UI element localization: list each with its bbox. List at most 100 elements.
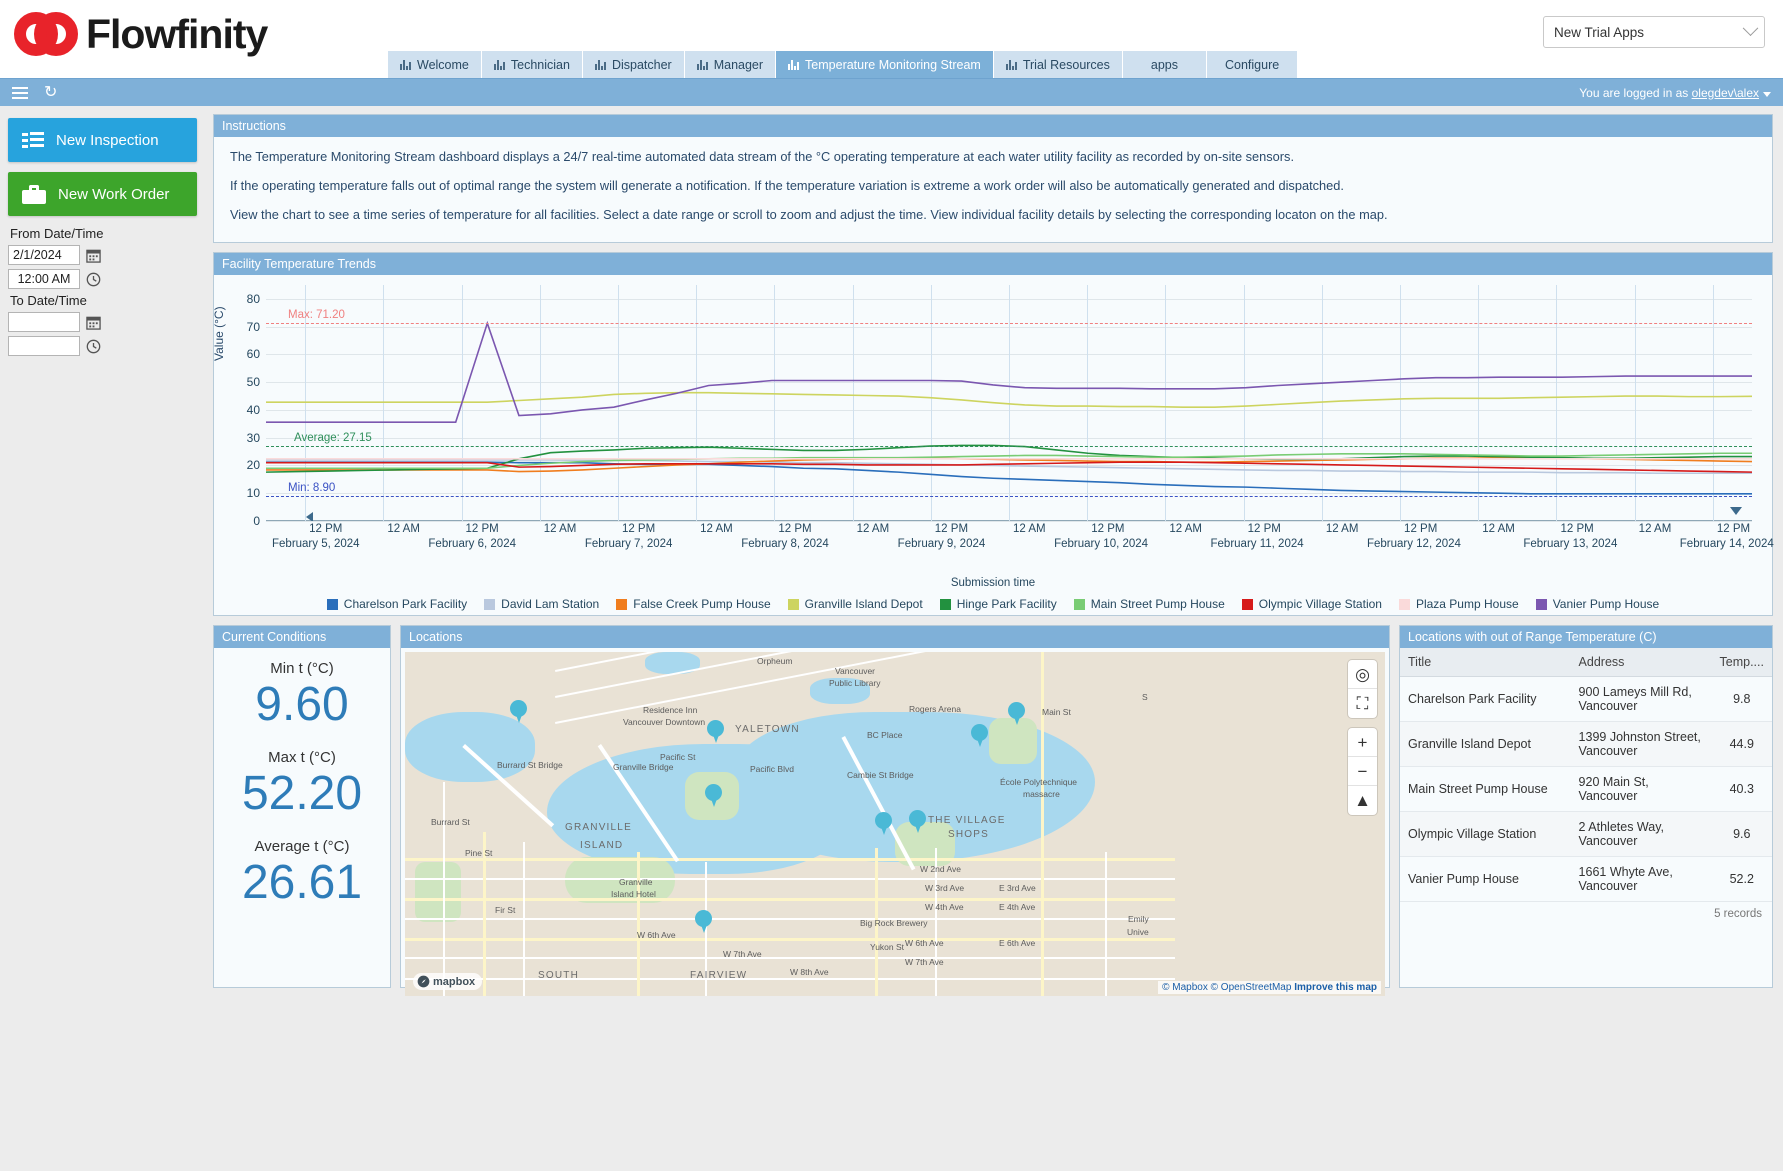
map-pin[interactable]: [909, 810, 926, 834]
cell-title: Vanier Pump House: [1400, 857, 1571, 902]
legend-item[interactable]: Charelson Park Facility: [327, 597, 467, 611]
tab-dispatcher[interactable]: Dispatcher: [583, 51, 685, 78]
tab-trial-resources[interactable]: Trial Resources: [994, 51, 1123, 78]
from-time-input[interactable]: [8, 269, 80, 289]
chart-x-date: February 11, 2024: [1211, 538, 1304, 550]
chart-reference-label: Min: 8.90: [288, 482, 335, 494]
map-pin[interactable]: [705, 784, 722, 808]
improve-map-link[interactable]: Improve this map: [1294, 982, 1377, 993]
from-date-input[interactable]: [8, 245, 80, 265]
map-label: Main St: [1042, 707, 1071, 717]
zoom-out-button[interactable]: −: [1348, 757, 1377, 786]
calendar-icon[interactable]: [86, 248, 101, 263]
legend-swatch: [1399, 599, 1410, 610]
table-row[interactable]: Vanier Pump House1661 Whyte Ave, Vancouv…: [1400, 857, 1772, 902]
clock-icon[interactable]: [86, 339, 101, 354]
chart-y-tick: 30: [247, 431, 260, 445]
tab-welcome[interactable]: Welcome: [388, 51, 482, 78]
briefcase-icon: [22, 185, 46, 204]
tab-temperature-monitoring-stream[interactable]: Temperature Monitoring Stream: [776, 51, 994, 78]
chart-series-line: [266, 323, 1752, 422]
column-header-temp[interactable]: Temp....: [1712, 648, 1772, 677]
map-pin[interactable]: [707, 720, 724, 744]
legend-item[interactable]: Vanier Pump House: [1536, 597, 1660, 611]
cell-address: 2 Athletes Way, Vancouver: [1571, 812, 1712, 857]
map-pin[interactable]: [695, 910, 712, 934]
chart-legend[interactable]: Charelson Park Facility David Lam Station…: [220, 597, 1766, 611]
locate-icon[interactable]: ◎: [1348, 660, 1377, 689]
tab-apps[interactable]: apps: [1123, 51, 1207, 78]
chart-icon: [595, 59, 607, 70]
tab-manager[interactable]: Manager: [685, 51, 776, 78]
calendar-icon[interactable]: [86, 315, 101, 330]
tab-technician[interactable]: Technician: [482, 51, 583, 78]
user-link[interactable]: olegdev\alex: [1692, 86, 1759, 100]
fullscreen-icon[interactable]: ⛶: [1348, 689, 1377, 718]
clock-icon[interactable]: [86, 272, 101, 287]
map-label: École Polytechnique: [1000, 777, 1077, 787]
chart-x-tick: 12 AM: [857, 523, 890, 535]
hamburger-icon[interactable]: [12, 87, 28, 99]
tab-configure[interactable]: Configure: [1207, 51, 1298, 78]
chart-x-tick: 12 AM: [1326, 523, 1359, 535]
legend-item[interactable]: Hinge Park Facility: [940, 597, 1057, 611]
chart-x-tick: 12 AM: [700, 523, 733, 535]
to-time-input[interactable]: [8, 336, 80, 356]
legend-item[interactable]: Plaza Pump House: [1399, 597, 1519, 611]
chart-y-tick: 20: [247, 458, 260, 472]
legend-item[interactable]: David Lam Station: [484, 597, 599, 611]
map-label: W 2nd Ave: [920, 864, 961, 874]
map[interactable]: ◎ ⛶ + − ▲ mapbox © Map: [405, 652, 1385, 996]
map-label: Public Library: [829, 678, 881, 688]
chart-icon: [788, 59, 800, 70]
table-row[interactable]: Granville Island Depot1399 Johnston Stre…: [1400, 722, 1772, 767]
chart-x-tick: 12 PM: [778, 523, 811, 535]
tab-label: Trial Resources: [1023, 58, 1110, 72]
chart-x-date: February 10, 2024: [1054, 538, 1148, 550]
map-locate-controls[interactable]: ◎ ⛶: [1348, 660, 1377, 718]
locations-title: Locations: [401, 626, 1389, 648]
legend-item[interactable]: Granville Island Depot: [788, 597, 923, 611]
legend-item[interactable]: Main Street Pump House: [1074, 597, 1225, 611]
legend-label: Hinge Park Facility: [957, 597, 1057, 611]
map-pin[interactable]: [971, 724, 988, 748]
mapbox-logo[interactable]: mapbox: [413, 973, 482, 990]
cell-temp: 9.8: [1712, 677, 1772, 722]
column-header-title[interactable]: Title: [1400, 648, 1571, 677]
new-work-order-button[interactable]: New Work Order: [8, 172, 197, 216]
table-row[interactable]: Main Street Pump House920 Main St, Vanco…: [1400, 767, 1772, 812]
column-header-address[interactable]: Address: [1571, 648, 1712, 677]
new-inspection-button[interactable]: New Inspection: [8, 118, 197, 162]
map-pin[interactable]: [875, 812, 892, 836]
map-pin[interactable]: [1008, 702, 1025, 726]
osm-attr-link[interactable]: © OpenStreetMap: [1211, 982, 1292, 993]
chart-x-tick: 12 PM: [466, 523, 499, 535]
table-row[interactable]: Charelson Park Facility900 Lameys Mill R…: [1400, 677, 1772, 722]
legend-item[interactable]: Olympic Village Station: [1242, 597, 1382, 611]
chart-icon: [494, 59, 506, 70]
legend-label: Charelson Park Facility: [344, 597, 467, 611]
mapbox-attr-link[interactable]: © Mapbox: [1162, 982, 1208, 993]
refresh-icon[interactable]: ↻: [44, 85, 57, 101]
legend-item[interactable]: False Creek Pump House: [616, 597, 770, 611]
map-label: ISLAND: [580, 840, 623, 851]
map-label: FAIRVIEW: [690, 970, 747, 981]
caret-down-icon[interactable]: [1763, 92, 1771, 97]
table-row[interactable]: Olympic Village Station2 Athletes Way, V…: [1400, 812, 1772, 857]
zoom-in-button[interactable]: +: [1348, 728, 1377, 757]
map-label: THE VILLAGE: [928, 815, 1006, 826]
chart-reference-line: [266, 323, 1752, 324]
app-selector[interactable]: New Trial Apps: [1543, 16, 1765, 48]
sidebar: New Inspection New Work Order From Date/…: [0, 106, 205, 1171]
compass-button[interactable]: ▲: [1348, 786, 1377, 815]
chart[interactable]: Value (°C) 01020304050607080Max: 71.20Av…: [214, 275, 1772, 615]
map-label: Orpheum: [757, 656, 792, 666]
to-date-input[interactable]: [8, 312, 80, 332]
cell-title: Main Street Pump House: [1400, 767, 1571, 812]
map-pin[interactable]: [510, 700, 527, 724]
chart-x-date: February 13, 2024: [1523, 538, 1617, 550]
map-label: Big Rock Brewery: [860, 918, 928, 928]
chart-plot-area[interactable]: 01020304050607080Max: 71.20Average: 27.1…: [266, 285, 1752, 521]
instruction-line: The Temperature Monitoring Stream dashbo…: [230, 149, 1756, 164]
map-zoom-controls[interactable]: + − ▲: [1348, 728, 1377, 815]
